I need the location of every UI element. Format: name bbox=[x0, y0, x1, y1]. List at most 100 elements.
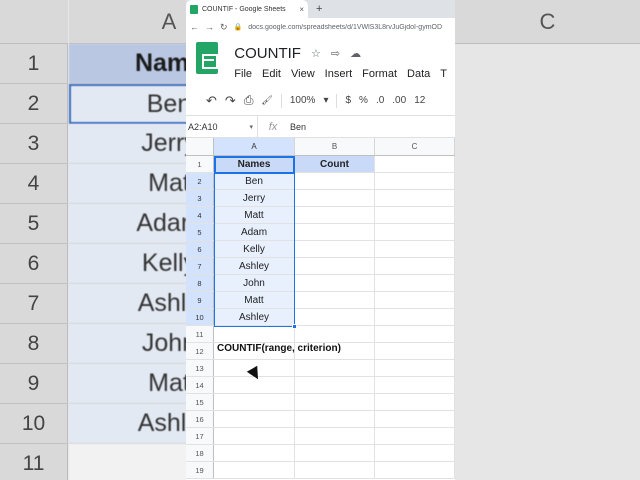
row-number[interactable]: 19 bbox=[186, 462, 214, 478]
row-number[interactable]: 8 bbox=[186, 275, 214, 291]
cell-b[interactable] bbox=[295, 275, 375, 291]
zoom-select[interactable]: 100% bbox=[290, 95, 316, 106]
cell-c[interactable] bbox=[375, 326, 455, 342]
sheets-logo-icon[interactable] bbox=[196, 42, 219, 74]
cell-b[interactable] bbox=[295, 462, 375, 478]
cell-c[interactable] bbox=[375, 428, 455, 444]
row-number[interactable]: 9 bbox=[186, 292, 214, 308]
move-folder-icon[interactable]: ⇨ bbox=[331, 47, 340, 60]
cell-a[interactable] bbox=[214, 411, 295, 427]
decrease-decimal-button[interactable]: .0 bbox=[376, 95, 384, 106]
menu-file[interactable]: File bbox=[234, 68, 252, 80]
cell-b[interactable] bbox=[295, 292, 375, 308]
cell-a[interactable]: Adam bbox=[214, 224, 295, 240]
back-icon[interactable]: ← bbox=[190, 22, 199, 32]
cell-c[interactable] bbox=[375, 377, 455, 393]
row-number[interactable]: 15 bbox=[186, 394, 214, 410]
menu-edit[interactable]: Edit bbox=[262, 68, 281, 80]
url-field[interactable]: docs.google.com/spreadsheets/d/1VWlS3L8r… bbox=[248, 24, 442, 31]
menu-format[interactable]: Format bbox=[362, 68, 397, 80]
cell-b[interactable]: Count bbox=[295, 156, 375, 172]
cell-a[interactable] bbox=[214, 326, 295, 342]
cell-b[interactable] bbox=[295, 394, 375, 410]
cell-c[interactable] bbox=[375, 258, 455, 274]
column-header-a[interactable]: A bbox=[214, 138, 295, 155]
cell-b[interactable] bbox=[295, 258, 375, 274]
paint-format-icon[interactable]: 🖌 bbox=[261, 95, 272, 106]
cell-c[interactable] bbox=[375, 275, 455, 291]
cell-a[interactable] bbox=[214, 462, 295, 478]
cell-a[interactable]: Ashley bbox=[214, 258, 295, 274]
menu-tools[interactable]: T bbox=[440, 68, 447, 80]
cell-c[interactable] bbox=[375, 445, 455, 461]
cell-b[interactable] bbox=[295, 241, 375, 257]
document-title[interactable]: COUNTIF bbox=[234, 45, 301, 62]
cell-a[interactable]: Kelly bbox=[214, 241, 295, 257]
select-all-corner[interactable] bbox=[186, 138, 214, 155]
cell-c[interactable] bbox=[375, 207, 455, 223]
cell-a[interactable]: Ben bbox=[214, 173, 295, 189]
cell-a[interactable]: John bbox=[214, 275, 295, 291]
cell-c[interactable] bbox=[375, 411, 455, 427]
tab-close-icon[interactable]: × bbox=[299, 5, 304, 14]
forward-icon[interactable]: → bbox=[205, 22, 214, 32]
column-header-b[interactable]: B bbox=[295, 138, 375, 155]
cell-b[interactable] bbox=[295, 326, 375, 342]
menu-data[interactable]: Data bbox=[407, 68, 430, 80]
row-number[interactable]: 7 bbox=[186, 258, 214, 274]
row-number[interactable]: 3 bbox=[186, 190, 214, 206]
cell-a[interactable]: Matt bbox=[214, 207, 295, 223]
cell-c[interactable] bbox=[375, 241, 455, 257]
percent-button[interactable]: % bbox=[359, 95, 368, 106]
chevron-down-icon[interactable]: ▾ bbox=[323, 95, 328, 106]
cell-c[interactable] bbox=[375, 190, 455, 206]
currency-button[interactable]: $ bbox=[345, 95, 351, 106]
new-tab-icon[interactable]: + bbox=[316, 0, 322, 18]
cell-a[interactable] bbox=[214, 428, 295, 444]
cell-a[interactable]: Matt bbox=[214, 292, 295, 308]
row-number[interactable]: 17 bbox=[186, 428, 214, 444]
cell-c[interactable] bbox=[375, 343, 455, 359]
row-number[interactable]: 18 bbox=[186, 445, 214, 461]
menu-insert[interactable]: Insert bbox=[325, 68, 353, 80]
cloud-status-icon[interactable]: ☁ bbox=[350, 47, 361, 60]
cell-c[interactable] bbox=[375, 156, 455, 172]
row-number[interactable]: 1 bbox=[186, 156, 214, 172]
cell-b[interactable] bbox=[295, 309, 375, 325]
star-icon[interactable]: ☆ bbox=[311, 47, 321, 60]
row-number[interactable]: 6 bbox=[186, 241, 214, 257]
cell-b[interactable] bbox=[295, 360, 375, 376]
name-box[interactable]: A2:A10 ▾ bbox=[186, 115, 258, 138]
cell-c[interactable] bbox=[375, 394, 455, 410]
cell-b[interactable] bbox=[295, 445, 375, 461]
cell-c[interactable] bbox=[375, 292, 455, 308]
row-number[interactable]: 2 bbox=[186, 173, 214, 189]
cell-b[interactable] bbox=[295, 190, 375, 206]
menu-view[interactable]: View bbox=[291, 68, 315, 80]
row-number[interactable]: 4 bbox=[186, 207, 214, 223]
cell-a[interactable] bbox=[214, 445, 295, 461]
cell-c[interactable] bbox=[375, 462, 455, 478]
formula-input[interactable]: Ben bbox=[288, 122, 306, 132]
print-icon[interactable]: ⎙ bbox=[244, 93, 254, 108]
fill-handle[interactable] bbox=[292, 324, 297, 329]
increase-decimal-button[interactable]: .00 bbox=[392, 95, 406, 106]
more-formats-button[interactable]: 12 bbox=[414, 95, 425, 106]
row-number[interactable]: 10 bbox=[186, 309, 214, 325]
row-number[interactable]: 13 bbox=[186, 360, 214, 376]
row-number[interactable]: 11 bbox=[186, 326, 214, 342]
row-number[interactable]: 14 bbox=[186, 377, 214, 393]
cell-c[interactable] bbox=[375, 224, 455, 240]
cell-c[interactable] bbox=[375, 309, 455, 325]
cell-a[interactable]: Jerry bbox=[214, 190, 295, 206]
cell-b[interactable] bbox=[295, 411, 375, 427]
column-header-c[interactable]: C bbox=[375, 138, 455, 155]
reload-icon[interactable]: ↻ bbox=[220, 22, 228, 33]
redo-icon[interactable]: ↷ bbox=[225, 93, 236, 109]
undo-icon[interactable]: ↶ bbox=[206, 93, 217, 109]
cell-b[interactable] bbox=[295, 207, 375, 223]
cell-a[interactable]: Ashley bbox=[214, 309, 295, 325]
cell-b[interactable] bbox=[295, 173, 375, 189]
cell-b[interactable] bbox=[295, 224, 375, 240]
row-number[interactable]: 16 bbox=[186, 411, 214, 427]
